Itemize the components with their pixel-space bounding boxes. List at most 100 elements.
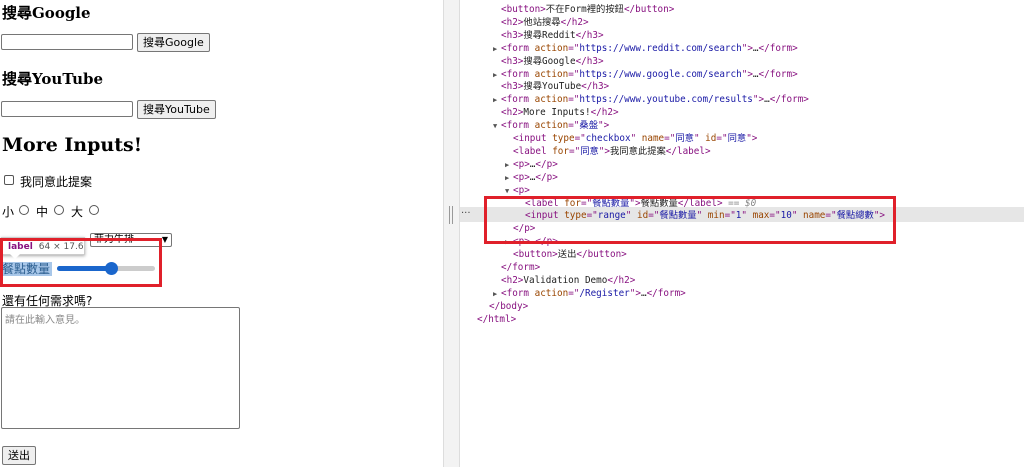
dom-token: checkbox xyxy=(585,133,631,144)
expand-arrow-right-icon[interactable]: ▶ xyxy=(493,45,497,53)
dom-token: </p> xyxy=(535,171,558,183)
rendered-page: 搜尋Google 搜尋Google 搜尋YouTube 搜尋YouTube Mo… xyxy=(0,0,443,467)
dom-node-line[interactable]: </html> xyxy=(477,313,516,326)
dom-node-line[interactable]: <button>不在Form裡的按鈕</button> xyxy=(501,3,674,16)
dom-token: </form> xyxy=(501,262,541,273)
dom-token: name xyxy=(641,133,665,144)
agree-checkbox[interactable] xyxy=(4,175,14,185)
dom-token: </form> xyxy=(758,68,798,80)
dom-token: 搜尋YouTube xyxy=(523,81,582,93)
dom-token: "> xyxy=(741,42,753,54)
dom-token: 同意 xyxy=(727,133,747,144)
dom-token: </h3> xyxy=(575,29,604,41)
size-label-large: 大 xyxy=(71,205,84,219)
dom-token: </html> xyxy=(477,313,517,325)
more-options-icon[interactable]: ··· xyxy=(461,208,471,219)
expand-arrow-down-icon[interactable]: ▼ xyxy=(505,187,509,195)
dom-token: "> xyxy=(598,120,610,132)
dom-token: <p> xyxy=(513,158,530,170)
dom-token: <label xyxy=(513,145,553,157)
dom-token: /Register xyxy=(579,287,630,299)
dom-node-line[interactable]: <p>…</p> xyxy=(513,171,558,184)
dom-node-line[interactable]: <h2>Validation Demo</h2> xyxy=(501,274,635,287)
dom-token: action xyxy=(534,287,569,299)
dom-token: https://www.youtube.com/results xyxy=(579,94,753,106)
expand-arrow-right-icon[interactable]: ▶ xyxy=(505,161,509,169)
google-heading: 搜尋Google xyxy=(2,4,91,22)
dom-node-line[interactable]: <button>送出</button> xyxy=(513,248,627,261)
dom-token: <h2> xyxy=(501,107,524,119)
dom-token: <h3> xyxy=(501,29,524,41)
size-radio-large[interactable] xyxy=(89,205,99,215)
dom-token: "> xyxy=(598,145,610,157)
dom-token: 搜尋Google xyxy=(523,55,576,67)
dom-token: <form xyxy=(501,94,535,106)
dom-node-line[interactable]: <h3>搜尋YouTube</h3> xyxy=(501,80,609,93)
dom-token: </h2> xyxy=(607,274,636,286)
dom-token: =" xyxy=(568,94,580,106)
size-radio-small[interactable] xyxy=(19,205,29,215)
dom-node-line[interactable]: <h2>他站搜尋</h2> xyxy=(501,16,589,29)
highlight-box-right xyxy=(484,196,896,244)
highlight-box-left xyxy=(0,238,162,287)
dom-node-line[interactable]: <h2>More Inputs!</h2> xyxy=(501,106,619,119)
dom-token: type xyxy=(552,133,575,144)
google-search-button[interactable]: 搜尋Google xyxy=(137,33,210,52)
dom-token: 搜尋Reddit xyxy=(523,29,576,41)
dom-token: =" xyxy=(716,133,728,144)
dom-node-line[interactable]: <p>…</p> xyxy=(513,158,558,171)
youtube-search-button[interactable]: 搜尋YouTube xyxy=(137,100,216,119)
expand-arrow-right-icon[interactable]: ▶ xyxy=(493,71,497,79)
dom-token: "> xyxy=(752,94,765,106)
expand-arrow-down-icon[interactable]: ▼ xyxy=(493,122,497,130)
agree-label: 我同意此提案 xyxy=(20,175,93,189)
submit-button[interactable]: 送出 xyxy=(2,446,36,465)
dom-node-line[interactable]: <input type="checkbox" name="同意" id="同意"… xyxy=(513,132,757,145)
dom-node-line[interactable]: <form action="桑盤"> xyxy=(501,119,609,132)
dom-node-line[interactable]: <label for="同意">我同意此提案</label> xyxy=(513,145,711,158)
dom-token: https://www.reddit.com/search xyxy=(579,42,742,54)
dom-token: 同意 xyxy=(675,133,694,144)
dom-token: </h3> xyxy=(575,55,604,67)
dom-token: <p> xyxy=(513,184,530,196)
dom-token: <h3> xyxy=(501,55,524,67)
dom-token: <h3> xyxy=(501,81,524,93)
dom-token: <p> xyxy=(513,171,530,183)
dom-token: "> xyxy=(629,287,641,299)
dom-token: </label> xyxy=(665,145,711,157)
dom-node-line[interactable]: <h3>搜尋Google</h3> xyxy=(501,55,604,68)
resize-grip-icon[interactable] xyxy=(449,206,454,224)
dom-node-line[interactable]: </body> xyxy=(489,300,528,313)
youtube-search-input[interactable] xyxy=(1,101,133,117)
size-radio-medium[interactable] xyxy=(54,205,64,215)
dom-node-line[interactable]: <form action="https://www.google.com/sea… xyxy=(501,68,798,81)
dom-token: =" xyxy=(568,145,581,157)
devtools-divider[interactable] xyxy=(443,0,460,467)
dom-token: =" xyxy=(568,120,580,132)
dom-token: <form xyxy=(501,287,535,299)
dom-token: </button> xyxy=(576,249,627,261)
dom-token: "> xyxy=(746,133,758,144)
google-search-input[interactable] xyxy=(1,34,133,50)
dom-token: =" xyxy=(568,42,580,54)
dom-token: " xyxy=(630,133,642,144)
dom-node-line[interactable]: <form action="https://www.reddit.com/sea… xyxy=(501,42,798,55)
comment-textarea[interactable]: 請在此輸入意見。 xyxy=(1,307,240,429)
dom-node-line[interactable]: <h3>搜尋Reddit</h3> xyxy=(501,29,604,42)
dom-token: Validation Demo xyxy=(523,274,608,286)
dom-token: " xyxy=(693,133,706,144)
expand-arrow-right-icon[interactable]: ▶ xyxy=(493,290,497,298)
dom-token: <form xyxy=(501,42,535,54)
dom-node-line[interactable]: <form action="/Register">…</form> xyxy=(501,287,686,300)
dom-token: </h3> xyxy=(581,81,610,93)
dom-node-line[interactable]: <p> xyxy=(513,184,530,197)
dom-token: action xyxy=(534,120,569,132)
dom-node-line[interactable]: <form action="https://www.youtube.com/re… xyxy=(501,93,809,106)
dom-token: "> xyxy=(741,68,753,80)
dom-token: More Inputs! xyxy=(523,107,591,119)
dom-node-line[interactable]: </form> xyxy=(501,261,540,274)
dom-token: </h2> xyxy=(590,107,619,119)
expand-arrow-right-icon[interactable]: ▶ xyxy=(505,174,509,182)
dom-token: action xyxy=(534,94,569,106)
expand-arrow-right-icon[interactable]: ▶ xyxy=(493,96,497,104)
